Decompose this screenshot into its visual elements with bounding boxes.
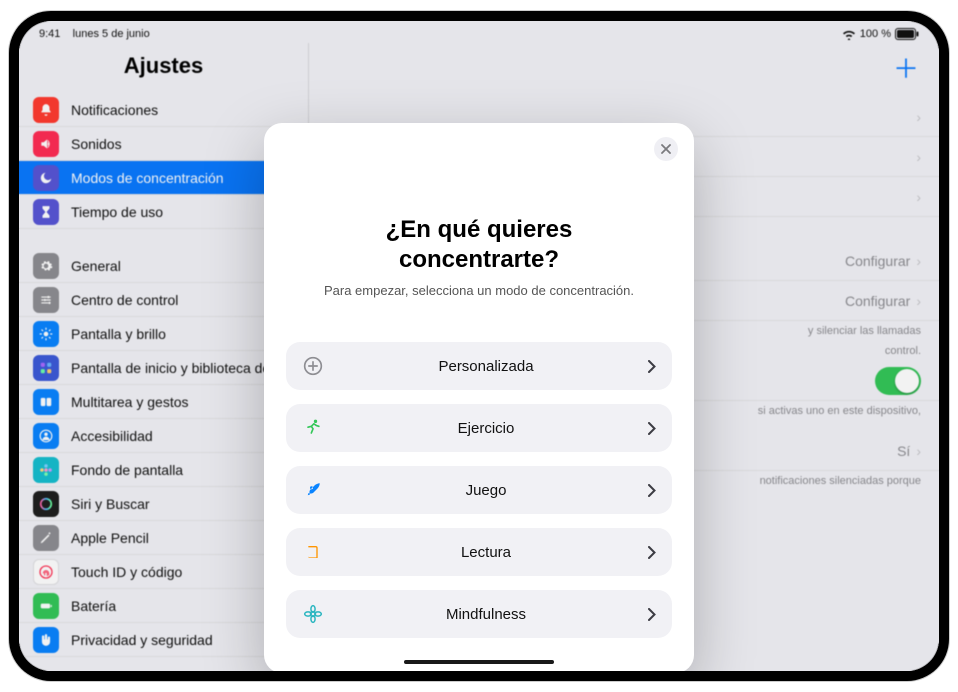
home-indicator[interactable] — [404, 660, 554, 664]
focus-option[interactable]: Lectura — [286, 528, 672, 576]
book-icon — [302, 543, 324, 561]
focus-options-list: Personalizada Ejercicio Juego Lectura Mindfu… — [286, 342, 672, 638]
focus-option[interactable]: Juego — [286, 466, 672, 514]
chevron-right-icon — [648, 422, 656, 435]
modal-subtitle: Para empezar, selecciona un modo de conc… — [286, 283, 672, 298]
modal-title: ¿En qué quieres concentrarte? — [286, 215, 672, 275]
focus-option[interactable]: Personalizada — [286, 342, 672, 390]
modal-title-line1: ¿En qué quieres — [386, 216, 573, 243]
modal-title-line2: concentrarte? — [399, 246, 559, 273]
focus-option-label: Personalizada — [324, 358, 648, 375]
run-icon — [302, 418, 324, 438]
focus-option[interactable]: Ejercicio — [286, 404, 672, 452]
close-button[interactable] — [654, 137, 678, 161]
focus-option-label: Ejercicio — [324, 420, 648, 437]
close-icon — [661, 144, 671, 154]
lotus-icon — [302, 604, 324, 624]
plus-icon — [302, 356, 324, 376]
rocket-icon — [302, 481, 324, 499]
chevron-right-icon — [648, 608, 656, 621]
focus-picker-modal: ¿En qué quieres concentrarte? Para empez… — [264, 123, 694, 671]
focus-option-label: Juego — [324, 482, 648, 499]
focus-option[interactable]: Mindfulness — [286, 590, 672, 638]
chevron-right-icon — [648, 484, 656, 497]
focus-option-label: Lectura — [324, 544, 648, 561]
ipad-frame: 9:41 lunes 5 de junio 100 % Ajustes Noti… — [9, 11, 949, 681]
focus-option-label: Mindfulness — [324, 606, 648, 623]
chevron-right-icon — [648, 360, 656, 373]
chevron-right-icon — [648, 546, 656, 559]
screen: 9:41 lunes 5 de junio 100 % Ajustes Noti… — [19, 21, 939, 671]
